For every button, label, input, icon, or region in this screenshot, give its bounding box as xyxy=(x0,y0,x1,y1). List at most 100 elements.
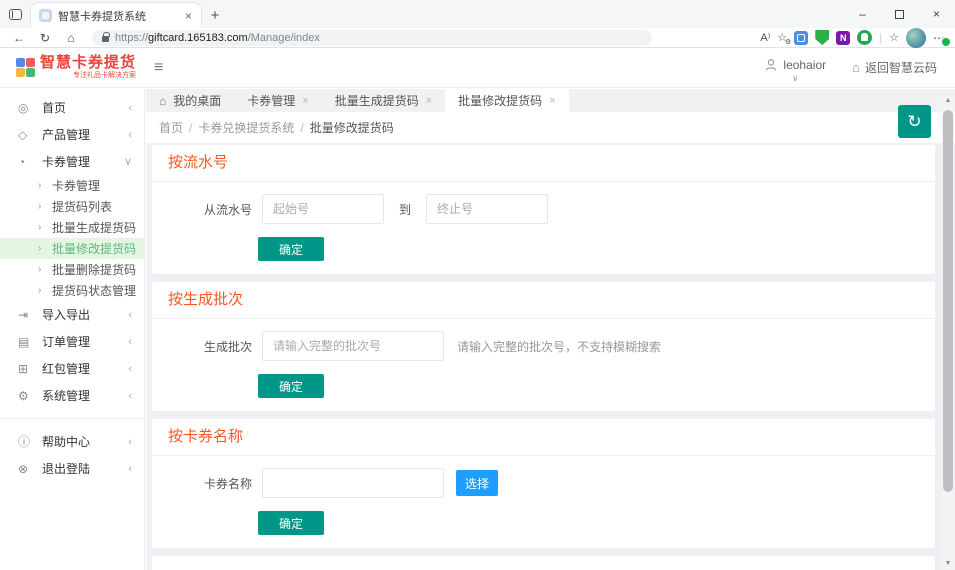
serial-start-input[interactable] xyxy=(262,194,384,224)
extension-adblock-icon[interactable] xyxy=(857,30,872,45)
return-cloud-link[interactable]: ⌂ 返回智慧云码 xyxy=(852,59,937,76)
tab-close-icon[interactable]: × xyxy=(182,9,195,23)
main-content: ⌂ 我的桌面 卡券管理 × 批量生成提货码 × 批量修改提货码 × 首页 / 卡… xyxy=(146,89,955,570)
scroll-up-icon[interactable]: ▲ xyxy=(942,97,954,104)
sidebar-item-help[interactable]: ⓘ 帮助中心 ‹ xyxy=(0,428,144,455)
sidebar: ◎ 首页 ‹ ◇ 产品管理 ‹ ◔ 卡券管理 ∨ › 卡券管理 › 提货码列表 … xyxy=(0,89,145,570)
extension-collections-icon[interactable] xyxy=(794,31,808,45)
coupon-icon: ◔ xyxy=(18,155,34,169)
sidebar-item-import-export[interactable]: ⇥ 导入导出 ‹ xyxy=(0,301,144,328)
section-title: 按生成批次 xyxy=(168,290,919,310)
confirm-button[interactable]: 确定 xyxy=(258,237,324,261)
breadcrumb-system[interactable]: 卡券兑换提货系统 xyxy=(198,119,294,136)
close-icon[interactable]: × xyxy=(426,95,432,107)
browser-toolbar: ← ↻ ⌂ https://giftcard.165183.com/Manage… xyxy=(0,28,955,48)
coupon-name-input[interactable] xyxy=(262,468,444,498)
order-icon: ▤ xyxy=(18,335,34,349)
sidebar-sub-batch-delete[interactable]: › 批量删除提货码 xyxy=(0,259,144,280)
home-icon: ⌂ xyxy=(159,94,166,108)
chevron-left-icon: ‹ xyxy=(128,463,132,475)
close-icon[interactable]: × xyxy=(302,95,308,107)
browser-tab-strip: 智慧卡券提货系统 × + – × xyxy=(0,0,955,28)
serial-end-input[interactable] xyxy=(426,194,548,224)
sidebar-item-products[interactable]: ◇ 产品管理 ‹ xyxy=(0,121,144,148)
select-button[interactable]: 选择 xyxy=(456,470,498,496)
sidebar-item-system[interactable]: ⚙ 系统管理 ‹ xyxy=(0,382,144,409)
tab-coupon-manage[interactable]: 卡券管理 × xyxy=(234,89,321,112)
minimize-button[interactable]: – xyxy=(844,0,881,28)
favorites-star-icon[interactable]: ☆ xyxy=(889,31,899,44)
more-menu-icon[interactable]: ⋯ xyxy=(933,31,949,45)
sidebar-sub-code-list[interactable]: › 提货码列表 xyxy=(0,196,144,217)
scroll-down-icon[interactable]: ▼ xyxy=(942,560,954,567)
workspaces-icon[interactable] xyxy=(0,0,30,28)
scrollbar-thumb[interactable] xyxy=(943,110,953,492)
home-icon[interactable]: ⌂ xyxy=(58,31,84,45)
restore-icon xyxy=(895,10,904,19)
reload-icon[interactable]: ↻ xyxy=(32,31,58,45)
arrow-right-icon: › xyxy=(38,285,52,296)
chevron-down-icon: ∨ xyxy=(124,155,132,168)
arrow-right-icon: › xyxy=(38,222,52,233)
logo-subtitle: 专注礼品卡解决方案 xyxy=(40,71,136,80)
section-by-batch: 按生成批次 生成批次 请输入完整的批次号，不支持模糊搜索 确定 xyxy=(152,282,935,411)
chevron-left-icon: ‹ xyxy=(128,309,132,321)
sidebar-item-coupons[interactable]: ◔ 卡券管理 ∨ xyxy=(0,148,144,175)
to-label: 到 xyxy=(399,201,411,218)
info-icon: ⓘ xyxy=(18,433,34,450)
arrow-right-icon: › xyxy=(38,201,52,212)
breadcrumb-current: 批量修改提货码 xyxy=(310,119,394,136)
tab-batch-generate[interactable]: 批量生成提货码 × xyxy=(322,89,445,112)
divider xyxy=(152,181,935,182)
import-export-icon: ⇥ xyxy=(18,308,34,322)
favorites-icon[interactable]: ☆ xyxy=(777,31,787,44)
sidebar-sub-batch-generate[interactable]: › 批量生成提货码 xyxy=(0,217,144,238)
sidebar-item-red-packet[interactable]: ⊞ 红包管理 ‹ xyxy=(0,355,144,382)
profile-avatar[interactable] xyxy=(906,28,926,48)
sidebar-item-orders[interactable]: ▤ 订单管理 ‹ xyxy=(0,328,144,355)
browser-tab[interactable]: 智慧卡券提货系统 × xyxy=(30,2,202,28)
sidebar-sub-batch-modify[interactable]: › 批量修改提货码 xyxy=(0,238,144,259)
batch-input[interactable] xyxy=(262,331,444,361)
app-header: 智慧卡券提货 专注礼品卡解决方案 ≡ leohaior ∨ ⌂ 返回智慧云码 xyxy=(0,48,955,88)
extension-onenote-icon[interactable]: N xyxy=(836,31,850,45)
refresh-icon: ↻ xyxy=(907,112,921,132)
red-packet-icon: ⊞ xyxy=(18,362,34,376)
restore-button[interactable] xyxy=(881,0,918,28)
new-tab-button[interactable]: + xyxy=(202,2,228,28)
chevron-left-icon: ‹ xyxy=(128,102,132,114)
chevron-left-icon: ‹ xyxy=(128,363,132,375)
toolbar-icons: A⁾ ☆ N | ☆ ⋯ xyxy=(760,28,949,48)
read-aloud-icon[interactable]: A⁾ xyxy=(760,31,770,44)
serial-from-label: 从流水号 xyxy=(168,201,252,218)
tab-batch-modify[interactable]: 批量修改提货码 × xyxy=(445,89,568,112)
close-button[interactable]: × xyxy=(918,0,955,28)
close-icon[interactable]: × xyxy=(549,95,555,107)
menu-toggle-icon[interactable]: ≡ xyxy=(154,59,163,77)
coupon-name-label: 卡券名称 xyxy=(168,475,252,492)
tab-my-desktop[interactable]: ⌂ 我的桌面 xyxy=(146,89,234,112)
section-by-coupon-name: 按卡券名称 卡券名称 选择 确定 xyxy=(152,419,935,548)
sidebar-item-home[interactable]: ◎ 首页 ‹ xyxy=(0,94,144,121)
user-menu[interactable]: leohaior ∨ xyxy=(764,58,826,78)
box-icon: ◇ xyxy=(18,128,34,142)
breadcrumb-home[interactable]: 首页 xyxy=(159,119,183,136)
home-outline-icon: ⌂ xyxy=(852,60,860,75)
back-icon[interactable]: ← xyxy=(6,31,32,45)
extension-shield-icon[interactable] xyxy=(815,30,829,45)
page-scrollbar[interactable]: ▲ ▼ xyxy=(942,96,954,570)
divider xyxy=(152,455,935,456)
confirm-button[interactable]: 确定 xyxy=(258,511,324,535)
sidebar-sub-coupon-manage[interactable]: › 卡券管理 xyxy=(0,175,144,196)
refresh-button[interactable]: ↻ xyxy=(898,105,931,138)
logo-icon xyxy=(16,58,36,78)
confirm-button[interactable]: 确定 xyxy=(258,374,324,398)
arrow-right-icon: › xyxy=(38,243,52,254)
sidebar-item-logout[interactable]: ⊗ 退出登陆 ‹ xyxy=(0,455,144,482)
gear-icon: ⚙ xyxy=(18,389,34,403)
address-bar[interactable]: https://giftcard.165183.com/Manage/index xyxy=(92,30,652,46)
sidebar-sub-code-status[interactable]: › 提货码状态管理 xyxy=(0,280,144,301)
window-controls: – × xyxy=(844,0,955,28)
app-logo[interactable]: 智慧卡券提货 专注礼品卡解决方案 xyxy=(16,55,140,80)
chevron-left-icon: ‹ xyxy=(128,390,132,402)
